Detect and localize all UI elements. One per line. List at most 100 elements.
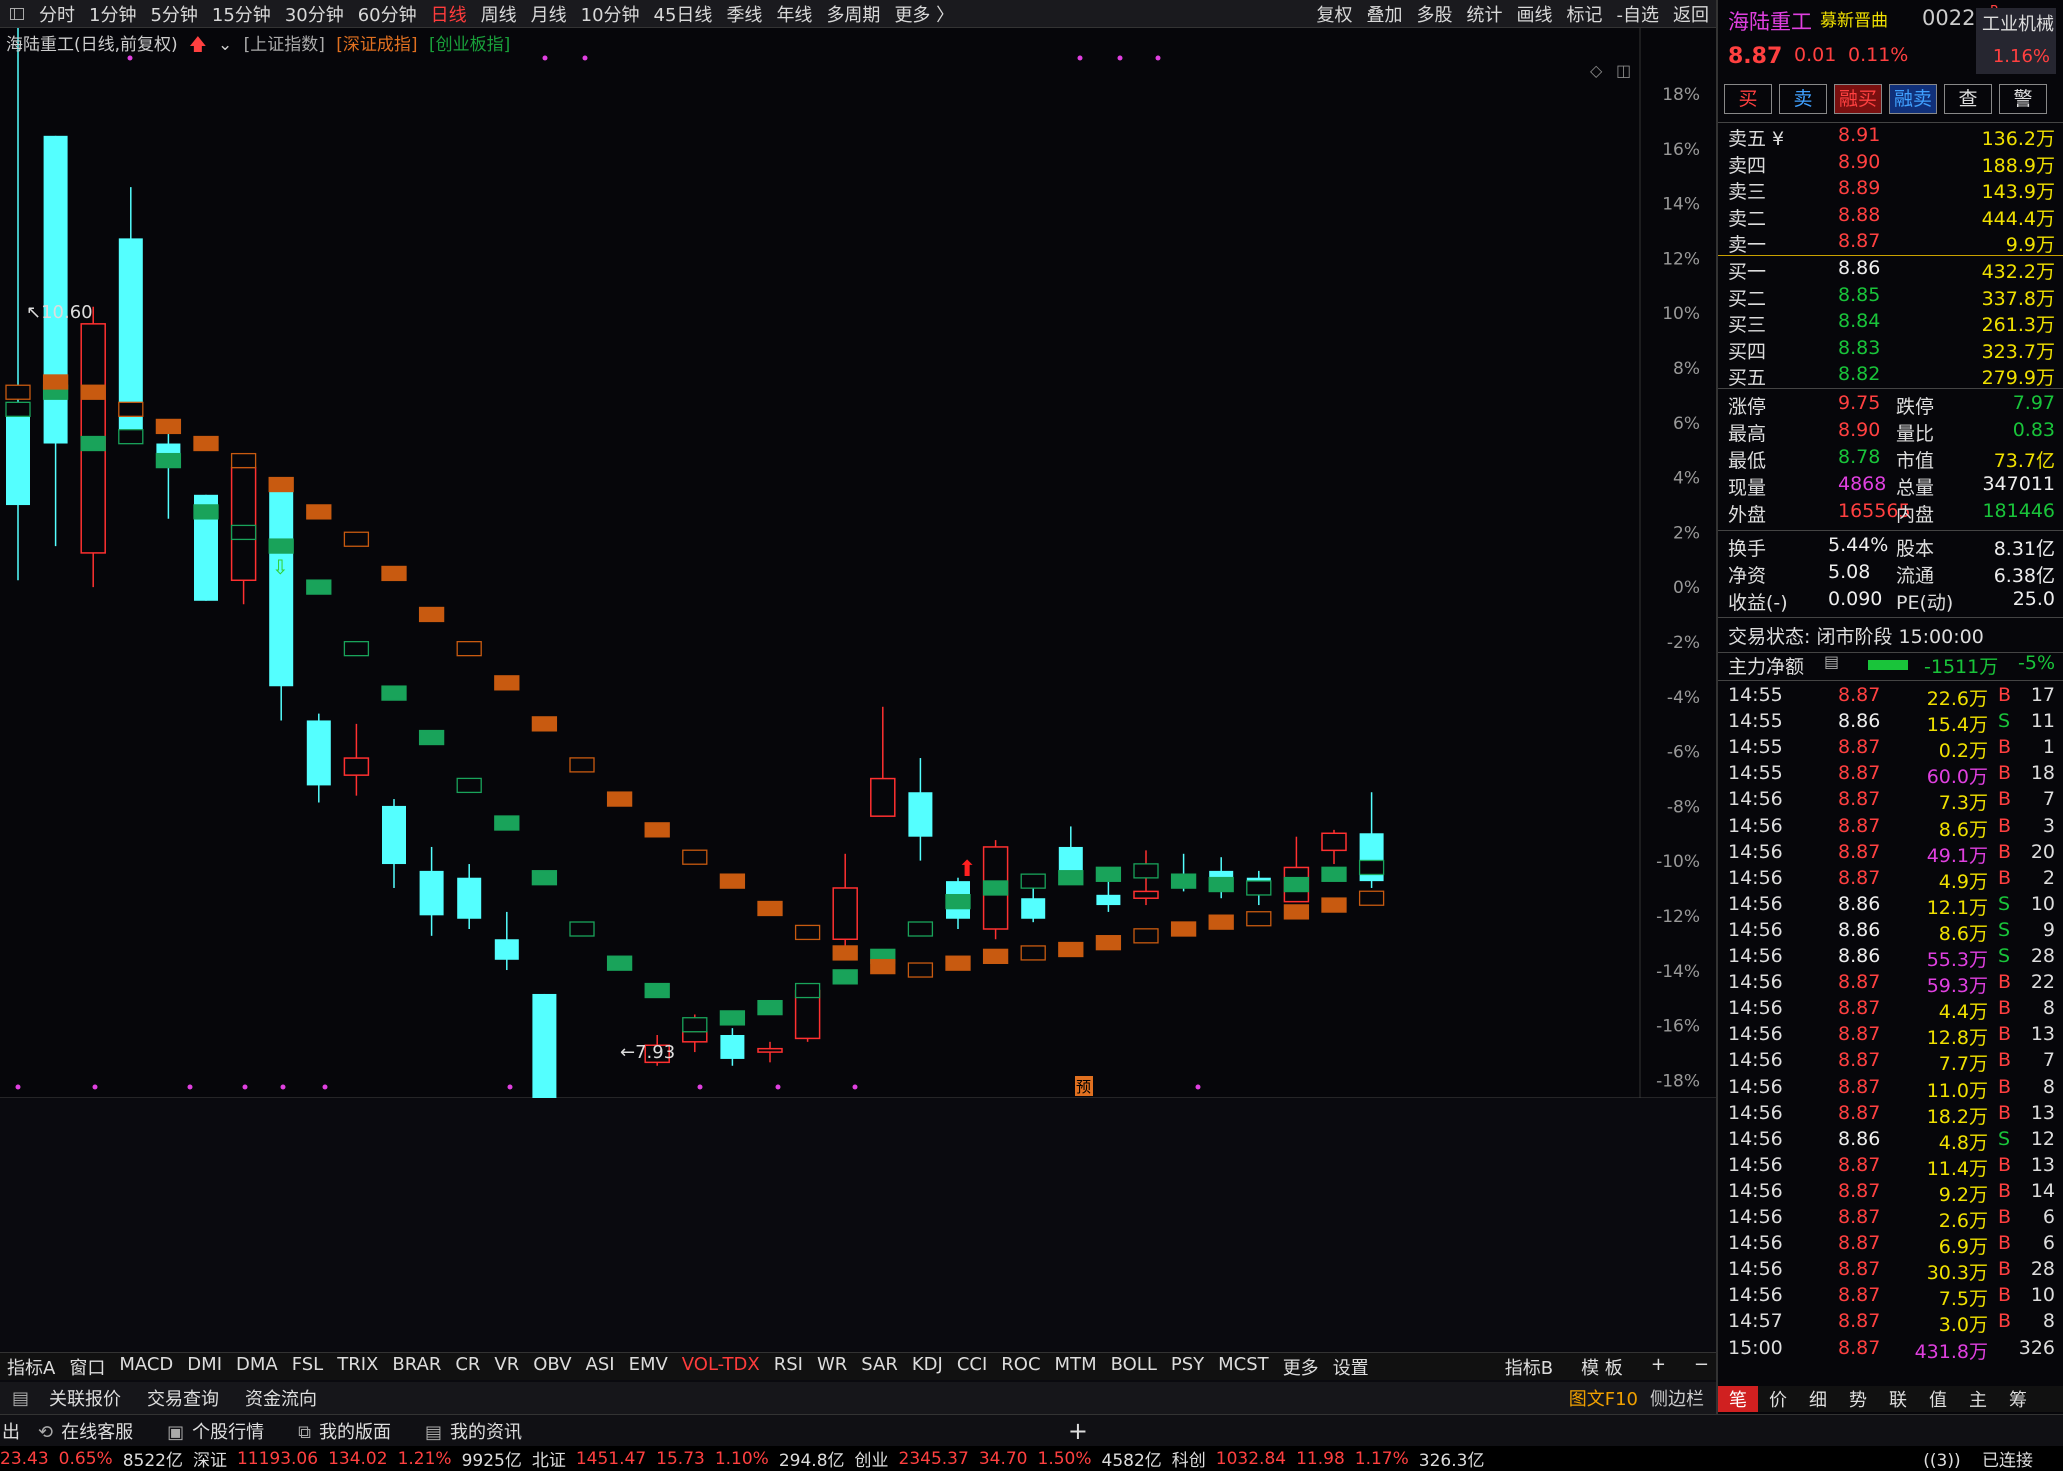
- indicator-tab[interactable]: VOL-TDX: [675, 1354, 767, 1380]
- list-icon[interactable]: ▤: [1824, 652, 1839, 671]
- period-tab[interactable]: 日线: [424, 1, 474, 27]
- indicator-tab[interactable]: CR: [448, 1354, 487, 1380]
- kline-chart-area[interactable]: 18% 16% 14% 12% 10% 8% 6% 4% 2% 0% -2% -4% -6% -8% -10…: [0, 28, 1716, 1098]
- indicator-tab[interactable]: RSI: [767, 1354, 810, 1380]
- candle[interactable]: [757, 1041, 783, 1063]
- trade-button[interactable]: 融卖: [1889, 84, 1937, 114]
- period-tab[interactable]: 15分钟: [205, 1, 278, 27]
- period-tab[interactable]: 周线: [474, 1, 524, 27]
- trade-button[interactable]: 卖: [1779, 84, 1827, 114]
- period-tab[interactable]: 季线: [719, 1, 769, 27]
- indicator-tab[interactable]: ASI: [579, 1354, 622, 1380]
- indicator-tab[interactable]: MACD: [112, 1354, 180, 1380]
- service-button[interactable]: ▤ 我的资讯: [425, 1418, 522, 1444]
- period-tab[interactable]: 更多 〉: [887, 1, 961, 27]
- candle[interactable]: [269, 481, 294, 721]
- indicator-tab[interactable]: KDJ: [905, 1354, 950, 1380]
- toolbar-button[interactable]: -自选: [1610, 1, 1667, 27]
- toolbar-button[interactable]: 复权: [1310, 1, 1360, 27]
- indicator-tab[interactable]: 窗口: [62, 1354, 112, 1380]
- detail-tab[interactable]: 联: [1878, 1386, 1918, 1412]
- add-tab-icon[interactable]: +: [1068, 1417, 1088, 1445]
- indicator-tab[interactable]: OBV: [526, 1354, 578, 1380]
- detail-tab[interactable]: 细: [1798, 1386, 1838, 1412]
- candle[interactable]: [532, 993, 557, 1098]
- indicator-tab[interactable]: CCI: [950, 1354, 994, 1380]
- period-tab[interactable]: 45日线: [647, 1, 720, 27]
- period-tab[interactable]: 10分钟: [574, 1, 647, 27]
- trade-button[interactable]: 买: [1724, 84, 1772, 114]
- panel-toggle-icon[interactable]: ◫: [1616, 61, 1631, 80]
- link-button[interactable]: 关联报价: [49, 1385, 121, 1411]
- service-button[interactable]: ▣ 个股行情: [167, 1418, 264, 1444]
- detail-tab[interactable]: 筹: [1998, 1386, 2038, 1412]
- detail-tab[interactable]: 值: [1918, 1386, 1958, 1412]
- period-tab[interactable]: 5分钟: [143, 1, 204, 27]
- period-tab[interactable]: 年线: [769, 1, 819, 27]
- candle[interactable]: [156, 419, 181, 519]
- indicator-tab[interactable]: PSY: [1164, 1354, 1211, 1380]
- indicator-tab-right[interactable]: −: [1687, 1354, 1716, 1380]
- toolbar-button[interactable]: 统计: [1460, 1, 1510, 27]
- candle[interactable]: [870, 706, 896, 817]
- indicator-tab-right[interactable]: +: [1644, 1354, 1673, 1380]
- detail-tab[interactable]: 势: [1838, 1386, 1878, 1412]
- index-chinext[interactable]: [创业板指]: [429, 35, 510, 55]
- indicator-tab[interactable]: 更多: [1276, 1354, 1326, 1380]
- trade-button[interactable]: 警: [1999, 84, 2047, 114]
- connection-status[interactable]: ((3)) 已连接: [1923, 1446, 2049, 1471]
- link-button[interactable]: 资金流向: [245, 1385, 317, 1411]
- link-button[interactable]: 交易查询: [147, 1385, 219, 1411]
- period-tab[interactable]: 1分钟: [82, 1, 143, 27]
- toolbar-button[interactable]: 多股: [1410, 1, 1460, 27]
- forecast-badge[interactable]: 预: [1075, 1076, 1093, 1096]
- period-tab[interactable]: 分时: [32, 1, 82, 27]
- indicator-tab[interactable]: 设置: [1326, 1354, 1376, 1380]
- index-shanghai[interactable]: [上证指数]: [244, 35, 325, 55]
- indicator-tab[interactable]: MCST: [1211, 1354, 1276, 1380]
- candle[interactable]: [1096, 881, 1121, 912]
- candle[interactable]: [832, 853, 858, 947]
- period-tab[interactable]: 60分钟: [351, 1, 424, 27]
- indicator-tab[interactable]: VR: [487, 1354, 526, 1380]
- toolbar-button[interactable]: 叠加: [1360, 1, 1410, 27]
- service-button[interactable]: 出: [2, 1418, 20, 1444]
- candle[interactable]: [1021, 884, 1046, 923]
- menu-icon[interactable]: [10, 7, 24, 20]
- candle[interactable]: [382, 799, 406, 888]
- indicator-tab[interactable]: DMA: [229, 1354, 285, 1380]
- detail-tab[interactable]: 笔: [1718, 1386, 1758, 1412]
- trade-button[interactable]: 查: [1944, 84, 1992, 114]
- candle[interactable]: [908, 758, 933, 861]
- indicator-tab[interactable]: EMV: [622, 1354, 675, 1380]
- service-button[interactable]: ⟲ 在线客服: [38, 1418, 133, 1444]
- candle[interactable]: [419, 846, 444, 936]
- indicator-tab[interactable]: SAR: [854, 1354, 905, 1380]
- detail-tab[interactable]: 价: [1758, 1386, 1798, 1412]
- indicator-tab[interactable]: DMI: [180, 1354, 229, 1380]
- indicator-tab[interactable]: 指标A: [0, 1354, 62, 1380]
- toolbar-button[interactable]: 标记: [1560, 1, 1610, 27]
- candle[interactable]: [494, 911, 519, 971]
- index-shenzhen[interactable]: [深证成指]: [336, 35, 417, 55]
- indicator-tab[interactable]: TRIX: [330, 1354, 385, 1380]
- candle[interactable]: [43, 135, 68, 547]
- trade-button[interactable]: 融买: [1834, 84, 1882, 114]
- indicator-tab[interactable]: ROC: [994, 1354, 1047, 1380]
- candle[interactable]: [306, 713, 331, 803]
- indicator-tab[interactable]: BRAR: [385, 1354, 448, 1380]
- link-right-button[interactable]: 侧边栏: [1650, 1385, 1704, 1411]
- toolbar-button[interactable]: 返回: [1666, 1, 1716, 27]
- diamond-icon[interactable]: ◇: [1590, 61, 1603, 80]
- toolbar-button[interactable]: 画线: [1510, 1, 1560, 27]
- candle[interactable]: [720, 1028, 745, 1066]
- indicator-tab[interactable]: WR: [810, 1354, 854, 1380]
- indicator-tab-right[interactable]: 模 板: [1574, 1354, 1630, 1380]
- link-right-button[interactable]: 图文F10: [1569, 1385, 1638, 1411]
- indicator-tab-right[interactable]: 指标B: [1498, 1354, 1560, 1380]
- candle[interactable]: [457, 864, 482, 930]
- indicator-tab[interactable]: BOLL: [1104, 1354, 1164, 1380]
- indicator-tab[interactable]: MTM: [1048, 1354, 1104, 1380]
- chevron-down-icon[interactable]: ⌄: [218, 35, 232, 55]
- detail-tab[interactable]: 主: [1958, 1386, 1998, 1412]
